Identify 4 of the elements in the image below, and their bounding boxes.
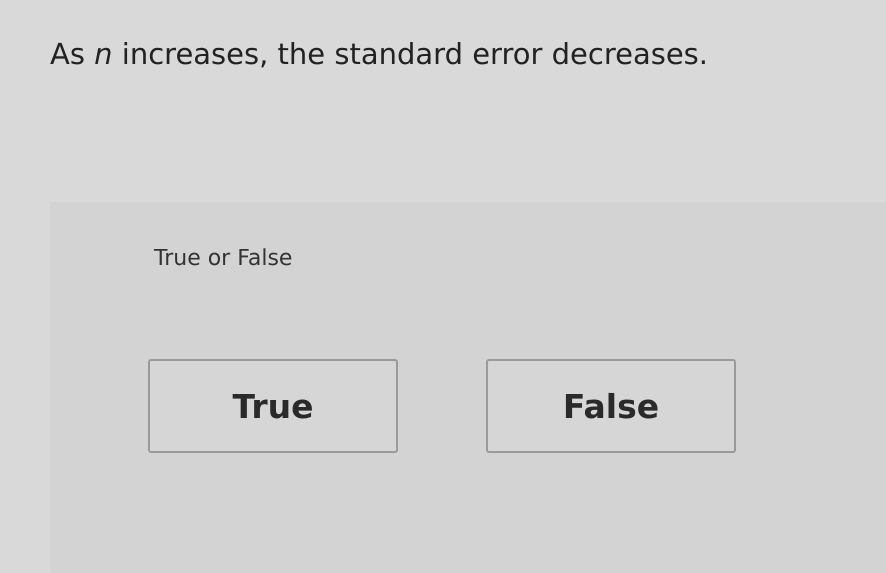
prompt-text: True or False bbox=[154, 246, 294, 271]
question-text: As n increases, the standard error decreases. bbox=[50, 36, 710, 73]
answer-button[interactable]: False bbox=[486, 359, 736, 453]
answer-button[interactable]: True bbox=[148, 359, 398, 453]
